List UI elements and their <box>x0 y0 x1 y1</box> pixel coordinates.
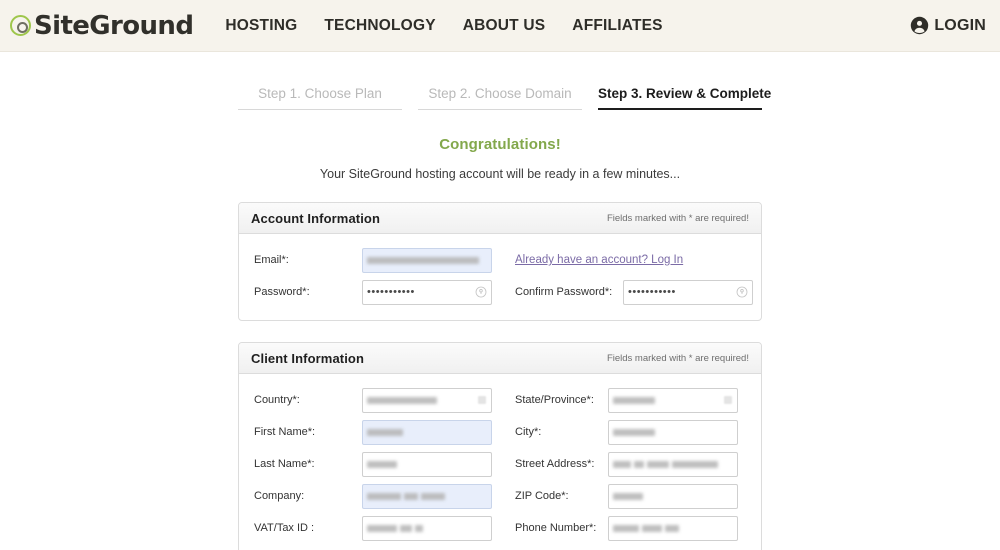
zip-code-cell: ZIP Code*: <box>500 483 761 509</box>
country-state-row: Country*: State/Province*: <box>239 384 761 416</box>
client-information-panel: Client Information Fields marked with * … <box>238 342 762 550</box>
client-required-note: Fields marked with * are required! <box>606 352 749 364</box>
email-input[interactable] <box>362 247 492 273</box>
nav-hosting[interactable]: HOSTING <box>225 17 297 35</box>
city-input[interactable] <box>608 419 738 445</box>
country-redacted-value <box>367 396 437 404</box>
company-input[interactable] <box>362 483 492 509</box>
company-label: Company: <box>254 490 305 502</box>
confirm-password-value: ••••••••••• <box>628 285 676 298</box>
congratulations-title: Congratulations! <box>439 136 561 153</box>
account-information-panel: Account Information Fields marked with *… <box>238 202 762 321</box>
login-label: LOGIN <box>934 16 986 34</box>
state-label: State/Province*: <box>515 394 594 406</box>
street-address-label: Street Address*: <box>515 458 595 470</box>
account-panel-body: Email*: Already have an account? Log In … <box>239 234 761 320</box>
vat-tax-id-redacted-value <box>367 524 423 532</box>
vat-phone-row: VAT/Tax ID : Phone Number*: <box>239 512 761 544</box>
phone-number-redacted-value <box>613 524 679 532</box>
phone-number-input[interactable] <box>608 515 738 541</box>
company-cell: Company: <box>239 483 500 509</box>
login-link-cell: Already have an account? Log In <box>500 254 761 266</box>
account-required-note: Fields marked with * are required! <box>606 212 749 224</box>
street-address-redacted-value <box>613 460 718 468</box>
company-redacted-value <box>367 492 445 500</box>
vat-tax-id-input[interactable] <box>362 515 492 541</box>
last-name-input[interactable] <box>362 451 492 477</box>
email-redacted-value <box>367 256 479 264</box>
country-cell: Country*: <box>239 387 500 413</box>
congratulations-subtitle: Your SiteGround hosting account will be … <box>319 167 681 181</box>
chevron-down-icon <box>478 396 486 404</box>
client-panel-title: Client Information <box>251 350 365 366</box>
first-name-cell: First Name*: <box>239 419 500 445</box>
company-zip-row: Company: ZIP Code*: <box>239 480 761 512</box>
confirm-password-cell: Confirm Password*: ••••••••••• <box>500 279 761 305</box>
confirm-password-input[interactable]: ••••••••••• <box>623 279 753 305</box>
country-select[interactable] <box>362 387 492 413</box>
main-navigation: HOSTING TECHNOLOGY ABOUT US AFFILIATES <box>225 17 662 35</box>
checkout-steps: Step 1. Choose Plan Step 2. Choose Domai… <box>238 86 771 110</box>
zip-code-label: ZIP Code*: <box>515 490 569 502</box>
state-redacted-value <box>613 396 655 404</box>
client-panel-body: Country*: State/Province*: First Name*: … <box>239 374 761 550</box>
login-button[interactable]: LOGIN <box>910 16 986 35</box>
password-value: ••••••••••• <box>367 285 415 298</box>
already-have-account-login-link[interactable]: Already have an account? Log In <box>515 254 683 266</box>
state-select[interactable] <box>608 387 738 413</box>
password-cell: Password*: ••••••••••• <box>239 279 500 305</box>
nav-affiliates[interactable]: AFFILIATES <box>572 17 662 35</box>
checkout-page: Step 1. Choose Plan Step 2. Choose Domai… <box>0 52 1000 550</box>
email-cell: Email*: <box>239 247 500 273</box>
chevron-down-icon <box>724 396 732 404</box>
step-2-choose-domain[interactable]: Step 2. Choose Domain <box>418 86 582 110</box>
password-row: Password*: ••••••••••• Confirm Password*… <box>239 276 761 308</box>
siteground-g-mark-icon <box>10 15 31 36</box>
zip-code-redacted-value <box>613 492 643 500</box>
city-cell: City*: <box>500 419 761 445</box>
country-label: Country*: <box>254 394 300 406</box>
vat-tax-id-cell: VAT/Tax ID : <box>239 515 500 541</box>
city-redacted-value <box>613 428 655 436</box>
last-name-redacted-value <box>367 460 397 468</box>
logo-text: SiteGround <box>34 10 194 41</box>
street-address-input[interactable] <box>608 451 738 477</box>
nav-about-us[interactable]: ABOUT US <box>463 17 546 35</box>
first-name-redacted-value <box>367 428 403 436</box>
account-panel-header: Account Information Fields marked with *… <box>239 203 761 234</box>
site-header: SiteGround HOSTING TECHNOLOGY ABOUT US A… <box>0 0 1000 52</box>
email-row: Email*: Already have an account? Log In <box>239 244 761 276</box>
state-cell: State/Province*: <box>500 387 761 413</box>
nav-technology[interactable]: TECHNOLOGY <box>324 17 435 35</box>
password-label: Password*: <box>254 286 310 298</box>
phone-number-cell: Phone Number*: <box>500 515 761 541</box>
city-label: City*: <box>515 426 542 438</box>
first-name-input[interactable] <box>362 419 492 445</box>
zip-code-input[interactable] <box>608 483 738 509</box>
step-1-choose-plan[interactable]: Step 1. Choose Plan <box>238 86 402 110</box>
step-3-review-complete[interactable]: Step 3. Review & Complete <box>598 86 771 110</box>
last-name-label: Last Name*: <box>254 458 315 470</box>
password-input[interactable]: ••••••••••• <box>362 279 492 305</box>
first-name-label: First Name*: <box>254 426 316 438</box>
siteground-logo[interactable]: SiteGround <box>10 10 194 41</box>
street-address-cell: Street Address*: <box>500 451 761 477</box>
firstname-city-row: First Name*: City*: <box>239 416 761 448</box>
phone-number-label: Phone Number*: <box>515 522 597 534</box>
last-name-cell: Last Name*: <box>239 451 500 477</box>
client-panel-header: Client Information Fields marked with * … <box>239 343 761 374</box>
lastname-street-row: Last Name*: Street Address*: <box>239 448 761 480</box>
account-panel-title: Account Information <box>251 210 381 226</box>
email-label: Email*: <box>254 254 289 266</box>
confirm-password-label: Confirm Password*: <box>515 286 613 298</box>
user-circle-icon <box>911 16 929 35</box>
vat-tax-id-label: VAT/Tax ID : <box>254 522 315 534</box>
confirm-password-reveal-icon[interactable] <box>736 286 748 298</box>
password-reveal-icon[interactable] <box>475 286 487 298</box>
